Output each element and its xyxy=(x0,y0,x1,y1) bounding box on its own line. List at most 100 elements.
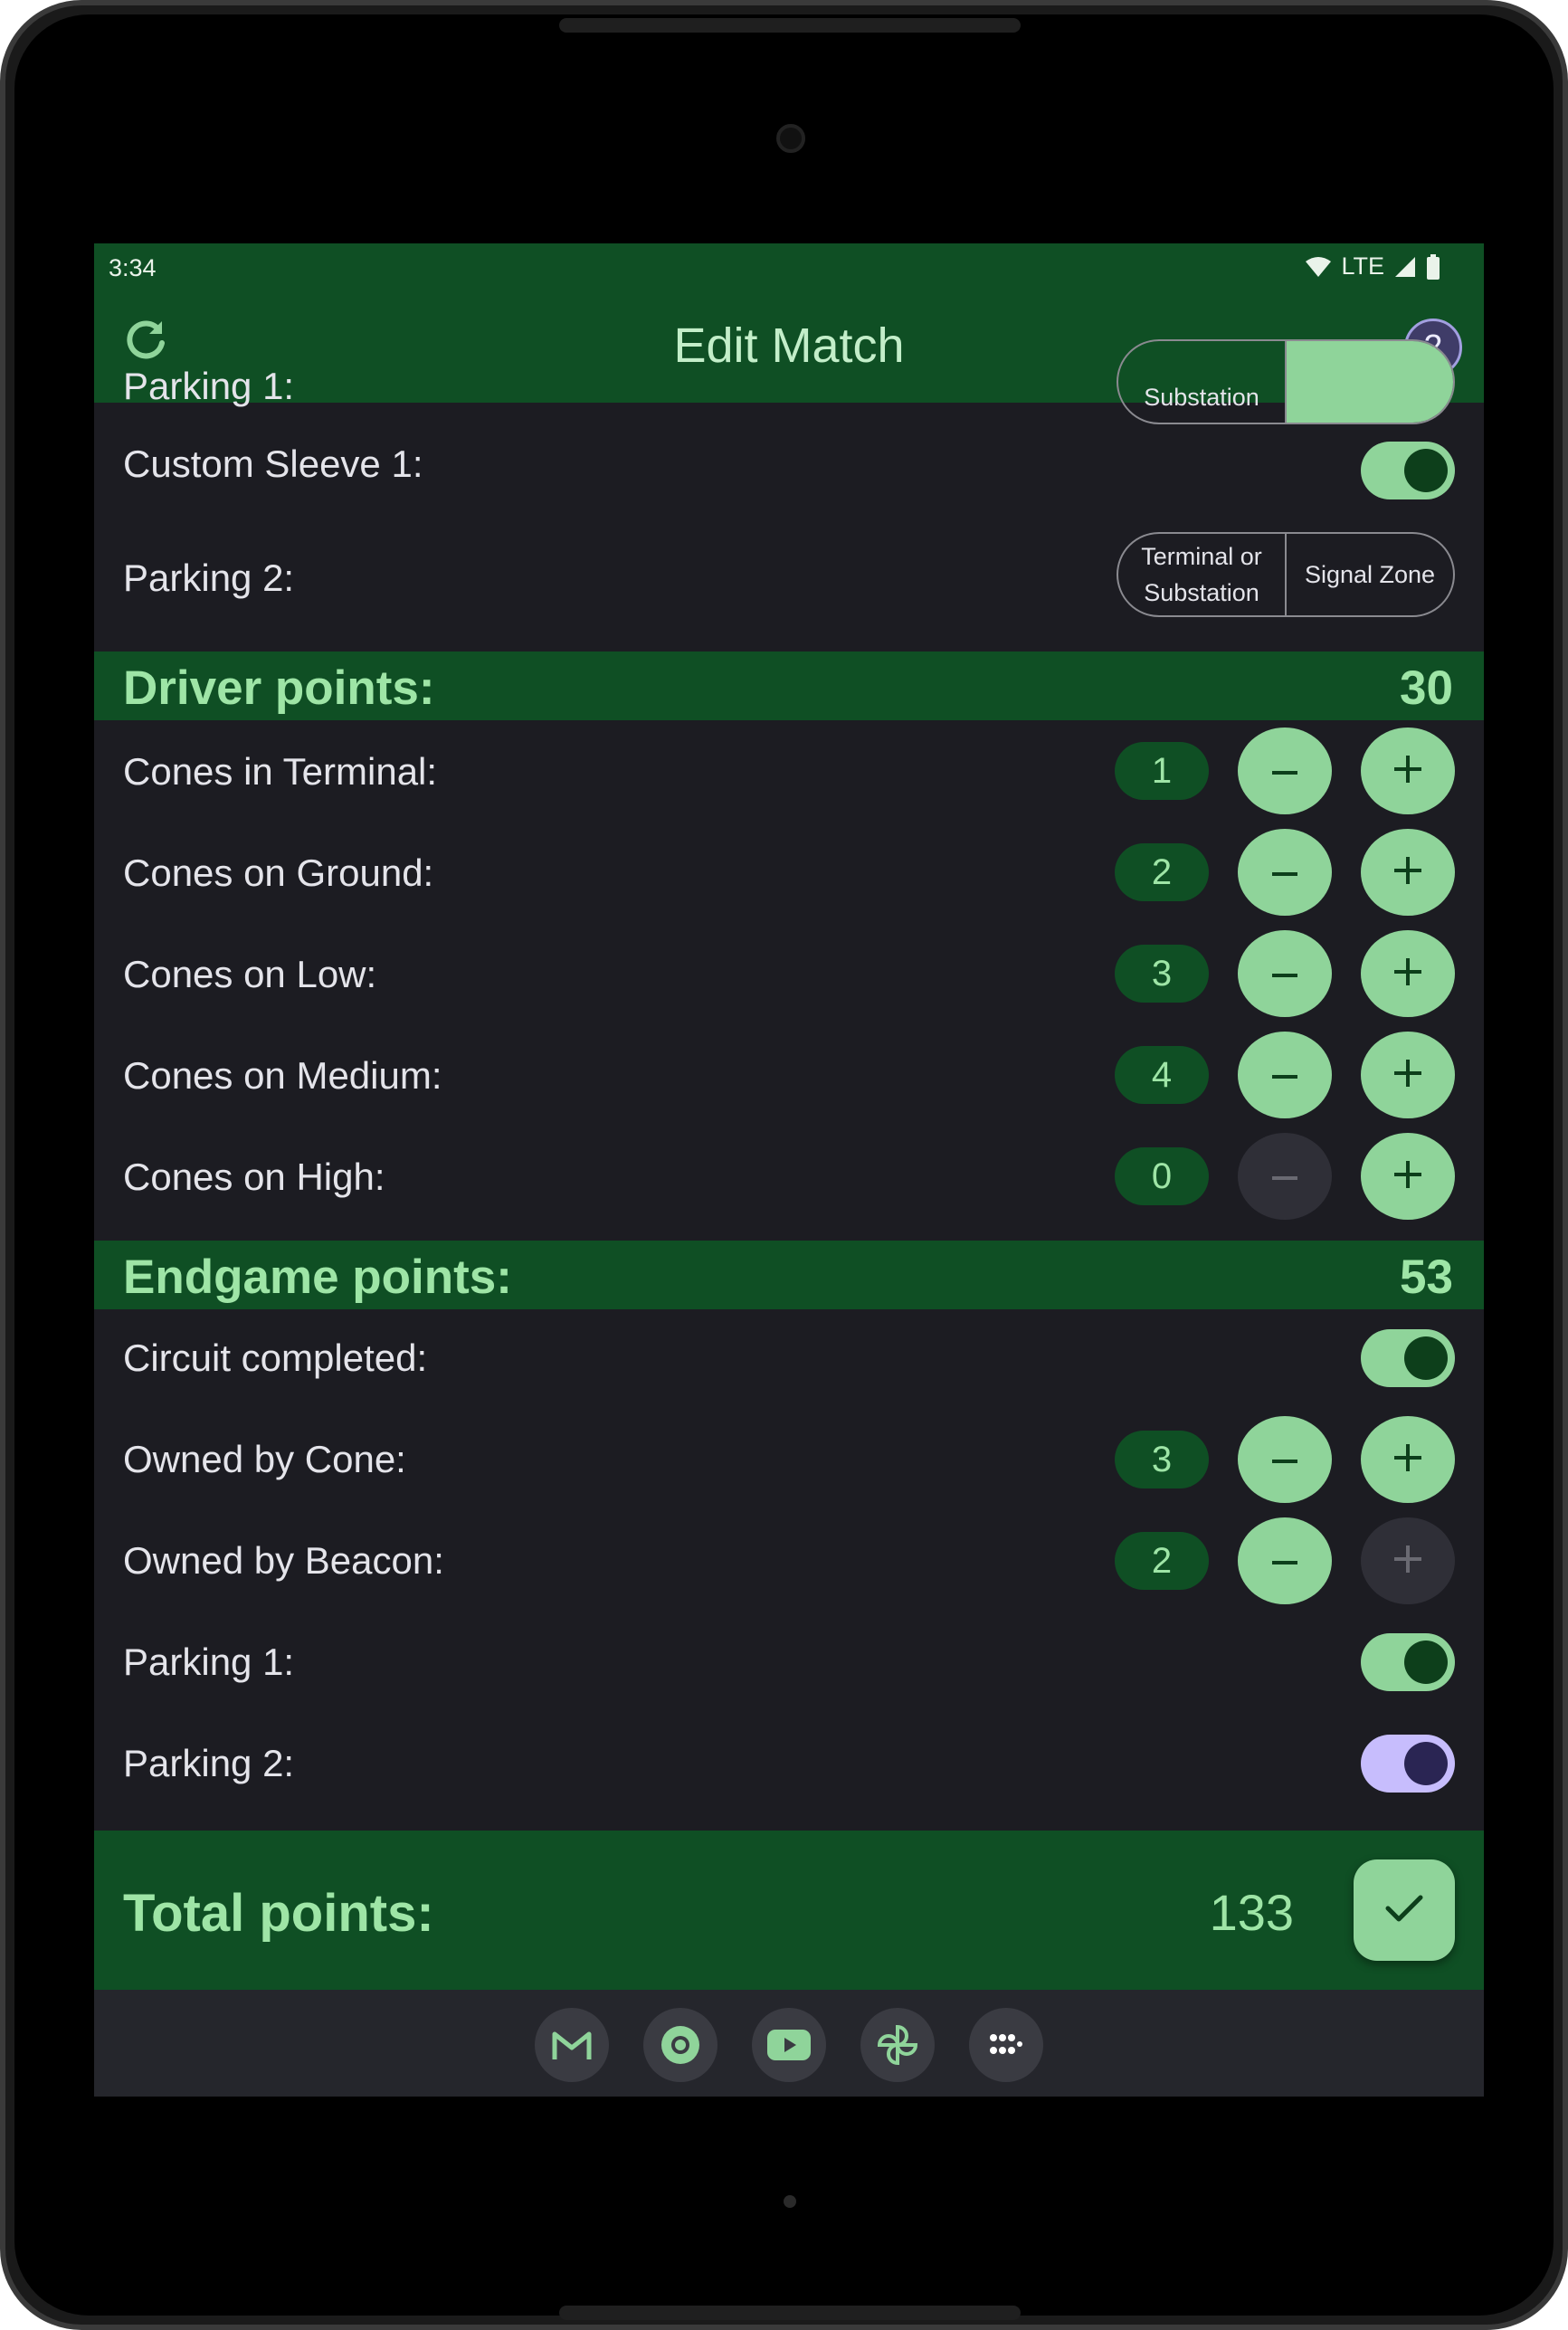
counter-label: Cones on Ground: xyxy=(123,851,434,894)
signal-icon xyxy=(1393,255,1417,279)
counter-value: 2 xyxy=(1115,1532,1209,1590)
increment-button[interactable] xyxy=(1361,829,1455,916)
plus-icon xyxy=(1394,755,1421,787)
circuit-completed-label: Circuit completed: xyxy=(123,1336,428,1379)
decrement-button[interactable] xyxy=(1238,728,1332,814)
parking-2-selector[interactable]: Terminal or Substation Signal Zone xyxy=(1117,532,1455,617)
counter-row-terminal: Cones in Terminal: 1 xyxy=(94,720,1484,822)
counter-value: 3 xyxy=(1115,945,1209,1003)
taskbar xyxy=(94,1990,1484,2097)
minus-icon xyxy=(1272,864,1297,880)
driver-section-title: Driver points: xyxy=(123,661,435,715)
increment-button[interactable] xyxy=(1361,1133,1455,1220)
decrement-button[interactable] xyxy=(1238,1032,1332,1118)
custom-sleeve-row: Custom Sleeve 1: xyxy=(94,421,1484,520)
partial-parking-1-row: Parking 1: Substation xyxy=(94,339,1484,424)
total-value: 133 xyxy=(1209,1884,1294,1941)
endgame-section-title: Endgame points: xyxy=(123,1251,512,1304)
counter-value: 1 xyxy=(1115,742,1209,800)
counter-value: 0 xyxy=(1115,1147,1209,1205)
minus-icon xyxy=(1272,763,1297,779)
gmail-icon[interactable] xyxy=(535,2008,609,2082)
minus-icon xyxy=(1272,1067,1297,1083)
partial-seg-option[interactable]: Substation xyxy=(1118,341,1285,423)
minus-icon xyxy=(1272,1553,1297,1569)
wifi-icon xyxy=(1305,256,1332,278)
counter-row-medium: Cones on Medium: 4 xyxy=(94,1024,1484,1126)
plus-icon xyxy=(1394,856,1421,889)
driver-section-value: 30 xyxy=(1400,661,1453,715)
save-button[interactable] xyxy=(1354,1859,1455,1961)
partial-parking-1-selector[interactable]: Substation xyxy=(1117,339,1455,424)
youtube-icon[interactable] xyxy=(752,2008,826,2082)
counter-row-high: Cones on High: 0 xyxy=(94,1126,1484,1227)
endgame-parking-1-row: Parking 1: xyxy=(94,1613,1484,1715)
increment-button[interactable] xyxy=(1361,728,1455,814)
counter-label: Owned by Beacon: xyxy=(123,1539,444,1582)
parking-1-toggle[interactable] xyxy=(1361,1633,1455,1691)
battery-icon xyxy=(1426,253,1440,280)
driver-section-header: Driver points: 30 xyxy=(94,651,1484,720)
parking-2-label: Parking 2: xyxy=(123,1742,295,1784)
owned-by-beacon-row: Owned by Beacon: 2 xyxy=(94,1512,1484,1613)
chrome-icon[interactable] xyxy=(643,2008,717,2082)
increment-button-disabled xyxy=(1361,1517,1455,1604)
toggle-knob xyxy=(1404,1641,1448,1684)
parking-1-label: Parking 1: xyxy=(123,1641,295,1683)
decrement-button[interactable] xyxy=(1238,1416,1332,1503)
counter-value: 4 xyxy=(1115,1046,1209,1104)
plus-icon xyxy=(1394,1160,1421,1193)
seg-option-signal-zone[interactable]: Signal Zone xyxy=(1285,534,1453,615)
owned-by-cone-row: Owned by Cone: 3 xyxy=(94,1411,1484,1512)
counter-label: Owned by Cone: xyxy=(123,1438,406,1480)
partial-seg-option-selected[interactable] xyxy=(1285,341,1453,423)
parking-2-auto-row: Parking 2: Terminal or Substation Signal… xyxy=(94,529,1484,638)
decrement-button[interactable] xyxy=(1238,930,1332,1017)
custom-sleeve-toggle[interactable] xyxy=(1361,442,1455,499)
total-bar: Total points: 133 xyxy=(94,1831,1484,1990)
speaker-bottom xyxy=(559,2306,1021,2320)
endgame-section-value: 53 xyxy=(1400,1251,1453,1304)
counter-label: Cones on Medium: xyxy=(123,1054,442,1097)
decrement-button[interactable] xyxy=(1238,1517,1332,1604)
counter-value: 2 xyxy=(1115,843,1209,901)
screen: 3:34 LTE Edit Match Parking 1: Substatio… xyxy=(94,243,1484,2097)
toggle-knob xyxy=(1404,1336,1448,1380)
decrement-button[interactable] xyxy=(1238,829,1332,916)
check-icon xyxy=(1384,1893,1424,1928)
parking-2-auto-label: Parking 2: xyxy=(123,556,295,599)
counter-value: 3 xyxy=(1115,1431,1209,1488)
status-icons: LTE xyxy=(1305,252,1440,281)
plus-icon xyxy=(1394,1545,1421,1577)
total-label: Total points: xyxy=(123,1884,434,1943)
dock xyxy=(94,2008,1484,2082)
plus-icon xyxy=(1394,1059,1421,1091)
status-bar: 3:34 LTE xyxy=(94,243,1484,289)
increment-button[interactable] xyxy=(1361,1032,1455,1118)
network-type: LTE xyxy=(1341,252,1384,280)
toggle-knob xyxy=(1404,449,1448,492)
increment-button[interactable] xyxy=(1361,930,1455,1017)
home-indicator xyxy=(784,2195,796,2208)
minus-icon xyxy=(1272,1451,1297,1468)
seg-option-terminal-substation[interactable]: Terminal or Substation xyxy=(1118,534,1285,615)
decrement-button-disabled xyxy=(1238,1133,1332,1220)
parking-2-toggle[interactable] xyxy=(1361,1735,1455,1793)
increment-button[interactable] xyxy=(1361,1416,1455,1503)
tablet-frame: 3:34 LTE Edit Match Parking 1: Substatio… xyxy=(0,0,1568,2330)
circuit-completed-toggle[interactable] xyxy=(1361,1329,1455,1387)
app-drawer-icon[interactable] xyxy=(969,2008,1043,2082)
custom-sleeve-label: Custom Sleeve 1: xyxy=(123,442,423,485)
minus-icon xyxy=(1272,965,1297,982)
plus-icon xyxy=(1394,1443,1421,1476)
counter-label: Cones in Terminal: xyxy=(123,750,438,793)
endgame-section-header: Endgame points: 53 xyxy=(94,1241,1484,1309)
counter-row-low: Cones on Low: 3 xyxy=(94,923,1484,1024)
counter-label: Cones on Low: xyxy=(123,953,377,995)
partial-parking-1-label: Parking 1: xyxy=(123,365,295,407)
photos-icon[interactable] xyxy=(860,2008,935,2082)
endgame-parking-2-row: Parking 2: xyxy=(94,1715,1484,1816)
speaker-top xyxy=(559,18,1021,33)
plus-icon xyxy=(1394,957,1421,990)
front-camera xyxy=(776,124,805,153)
